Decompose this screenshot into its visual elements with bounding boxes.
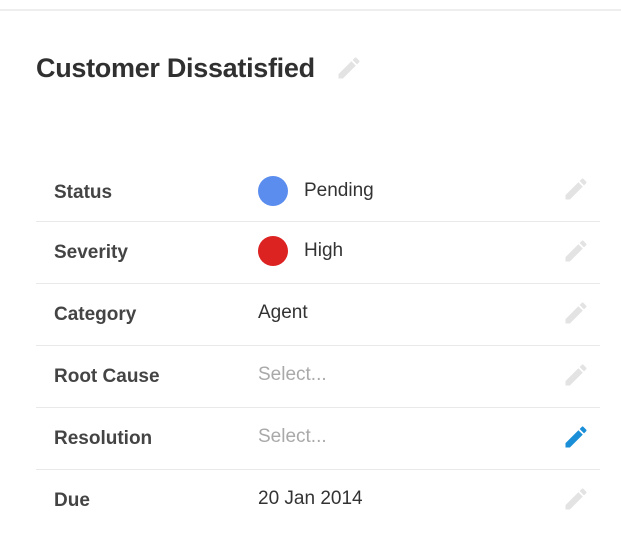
status-dot-icon [258,176,288,206]
field-value[interactable]: Pending [258,162,374,220]
root-cause-select[interactable]: Select... [258,346,327,404]
severity-value: High [304,240,344,261]
field-value[interactable]: High [258,222,343,280]
pencil-icon[interactable] [562,485,590,513]
properties-table: Status Pending Severity High Category Ag… [36,160,600,531]
field-row-status: Status Pending [36,160,600,222]
title-row: Customer Dissatisfied [36,52,363,84]
pencil-icon[interactable] [562,299,590,327]
field-row-root-cause: Root Cause Select... [36,346,600,408]
field-label: Due [54,490,90,511]
category-value[interactable]: Agent [258,284,308,342]
field-row-resolution: Resolution Select... [36,408,600,470]
top-divider [0,9,621,11]
pencil-icon[interactable] [562,423,590,451]
due-date-value[interactable]: 20 Jan 2014 [258,470,363,528]
field-row-severity: Severity High [36,222,600,284]
field-row-due: Due 20 Jan 2014 [36,470,600,531]
field-label: Category [54,304,137,325]
field-label: Resolution [54,428,153,449]
field-row-category: Category Agent [36,284,600,346]
field-label: Severity [54,242,128,263]
pencil-icon[interactable] [562,361,590,389]
severity-dot-icon [258,236,288,266]
pencil-icon[interactable] [562,237,590,265]
page-title: Customer Dissatisfied [36,53,315,83]
pencil-icon[interactable] [335,54,363,82]
field-label: Root Cause [54,366,160,387]
resolution-select[interactable]: Select... [258,408,327,466]
pencil-icon[interactable] [562,175,590,203]
status-value: Pending [304,180,374,201]
field-label: Status [54,182,113,203]
